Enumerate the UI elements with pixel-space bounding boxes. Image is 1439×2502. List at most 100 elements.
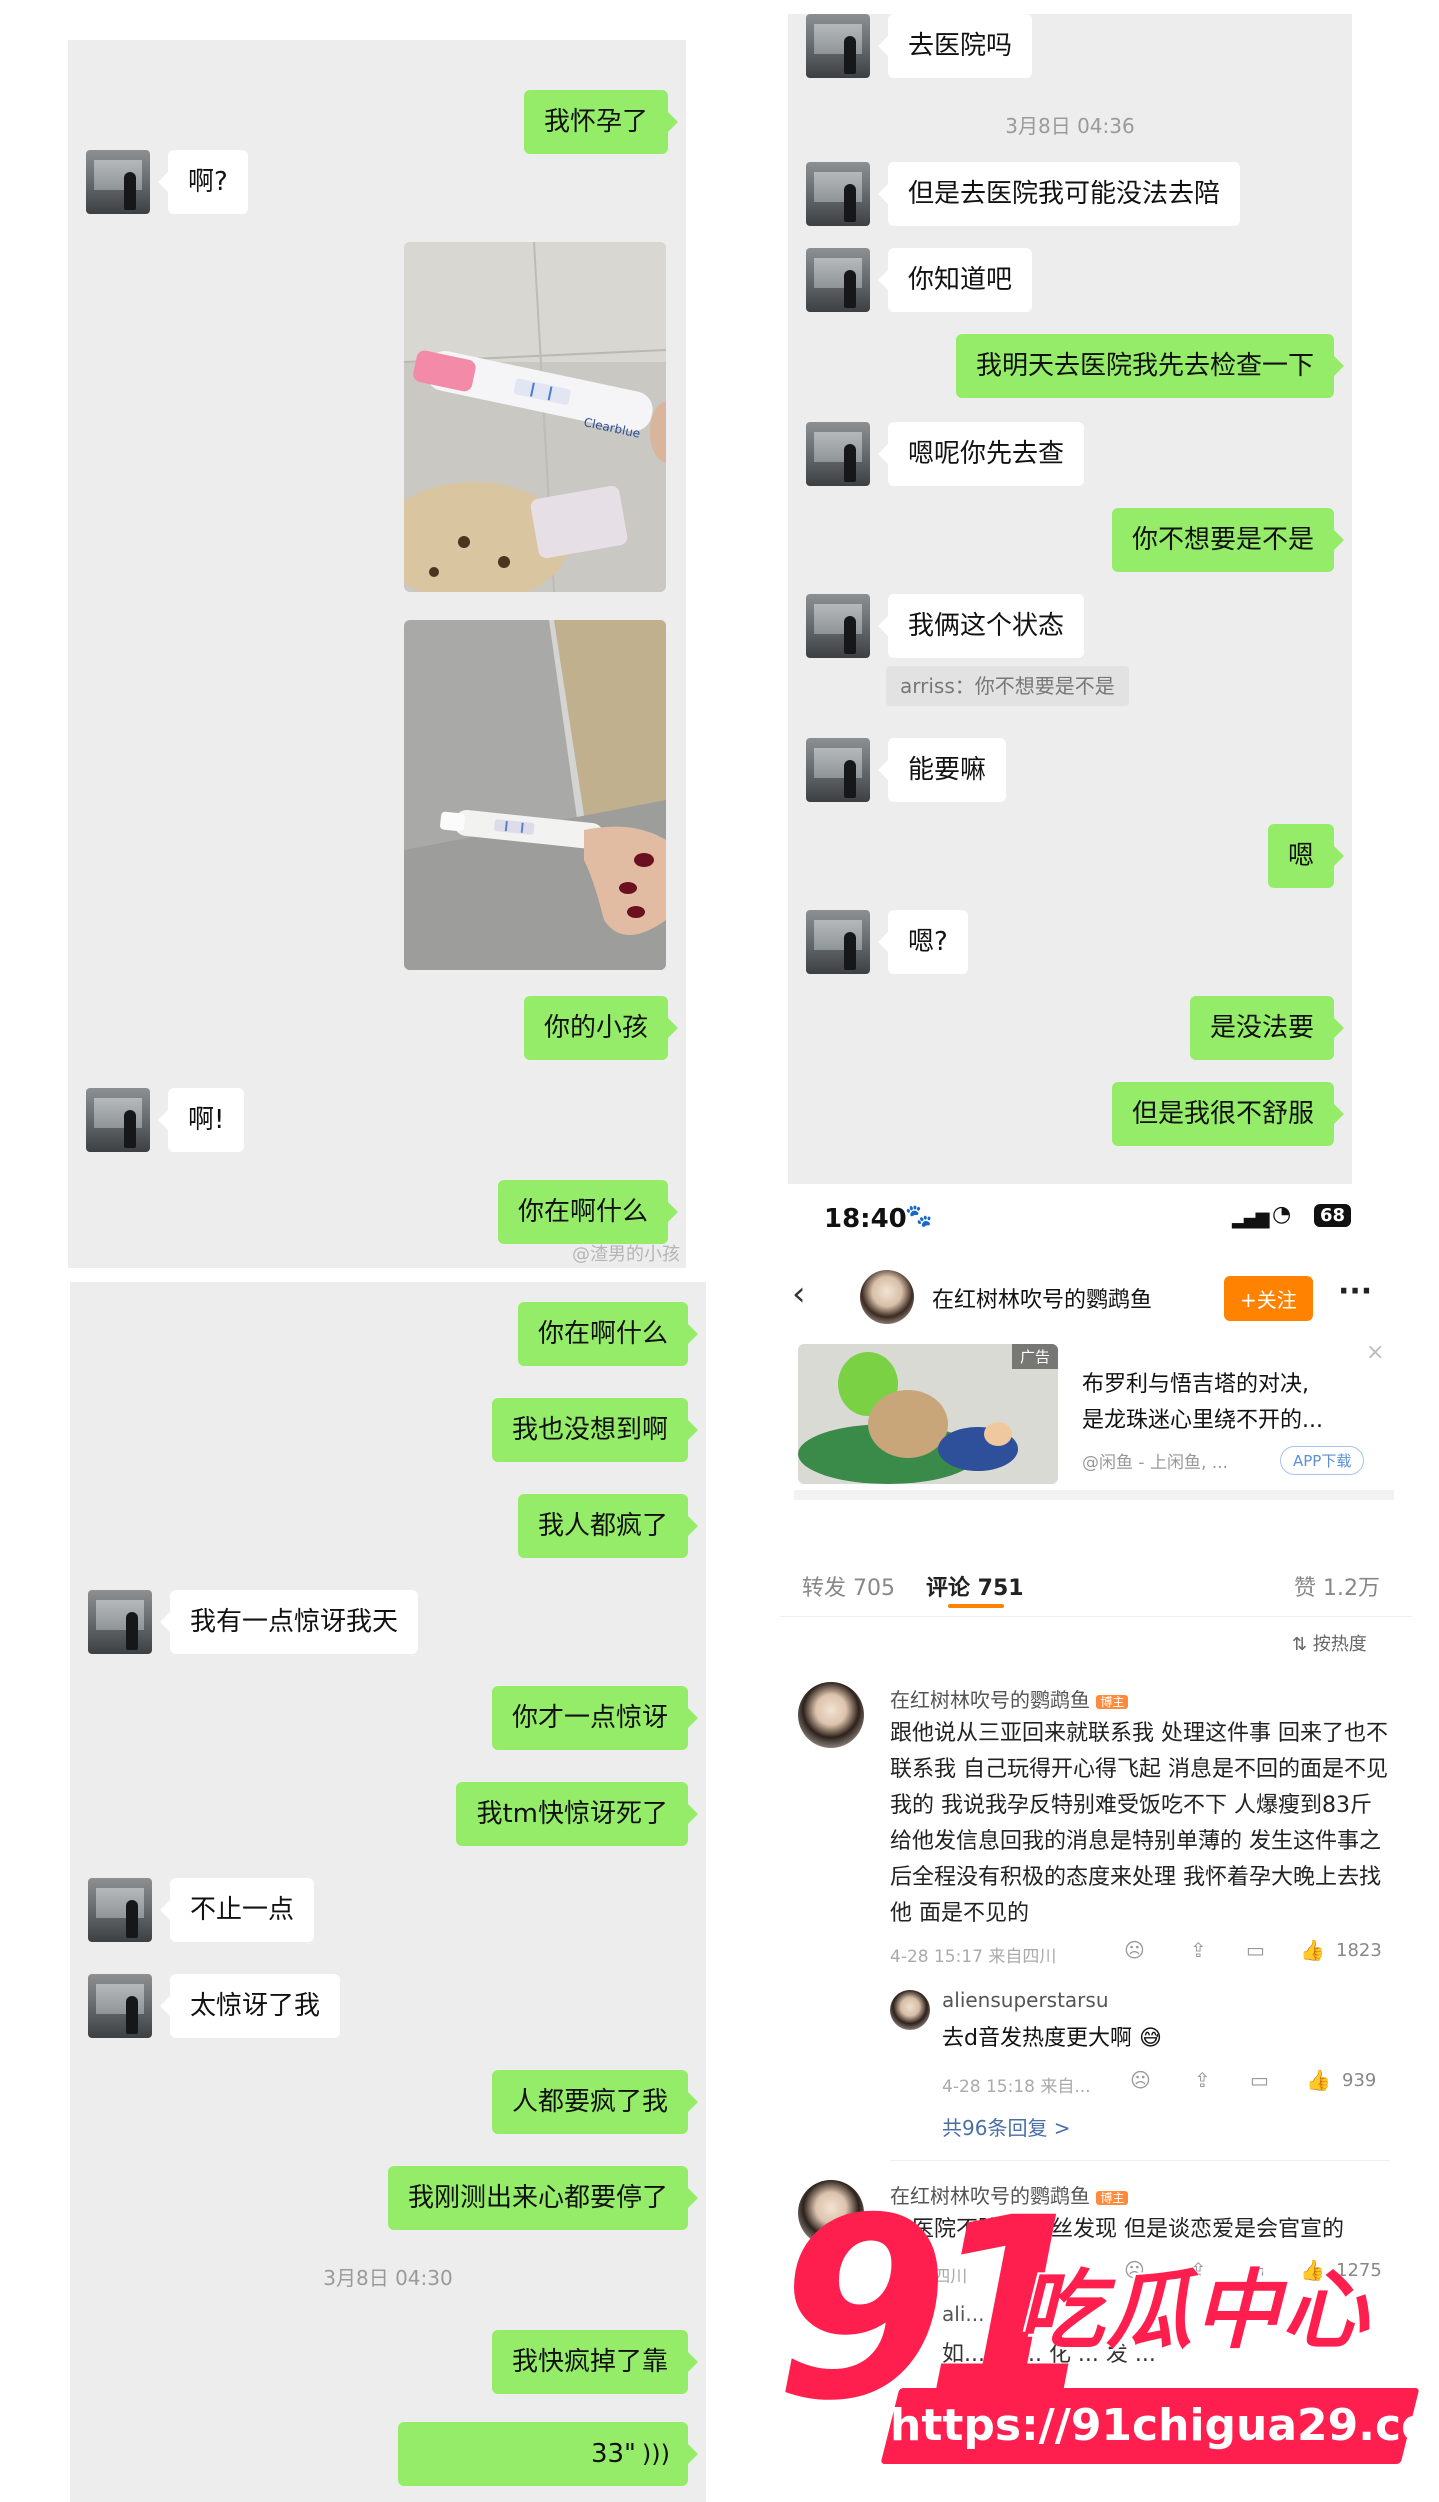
chat-panel-top-left: 我怀孕了 啊? Clearblue 你的小孩 啊! 你在啊什么 @渣男的小孩 <box>68 40 686 1268</box>
message-row: 你在啊什么 <box>517 1302 699 1366</box>
comment-text: 跟他说从三亚回来就联系我 处理这件事 回来了也不联系我 自己玩得开心得飞起 消息… <box>890 1721 1388 1926</box>
message-row: 我明天去医院我先去检查一下 <box>955 334 1345 398</box>
tab-repost[interactable]: 转发 705 <box>802 1570 895 1602</box>
ad-source: @闲鱼 - 上闲鱼, ... <box>1082 1453 1228 1473</box>
message-row: 33" ))) <box>398 2422 698 2486</box>
avatar[interactable] <box>86 1088 150 1152</box>
more-icon[interactable]: ··· <box>1338 1274 1372 1309</box>
message-bubble-outgoing[interactable]: 我也没想到啊 <box>491 1398 699 1462</box>
message-row: 我人都疯了 <box>517 1494 699 1558</box>
reply-icon[interactable]: ▭ <box>1246 1938 1265 1962</box>
reply-author[interactable]: aliensuperstarsu <box>942 1988 1109 2012</box>
message-row: 太惊讶了我 <box>88 1974 341 2038</box>
message-bubble-outgoing[interactable]: 我刚测出来心都要停了 <box>387 2166 699 2230</box>
chat-timestamp: 3月8日 04:36 <box>1005 114 1135 138</box>
tab-likes[interactable]: 赞 1.2万 <box>1294 1570 1380 1602</box>
comment-meta: 4-28 15:17 来自四川 <box>890 1947 1057 1967</box>
message-bubble-incoming[interactable]: 嗯呢你先去查 <box>877 422 1085 486</box>
message-bubble-outgoing[interactable]: 但是我很不舒服 <box>1111 1082 1345 1146</box>
avatar[interactable] <box>806 422 870 486</box>
watermark-text: @渣男的小孩 <box>572 1244 680 1265</box>
ad-download-button[interactable]: APP下载 <box>1280 1446 1365 1475</box>
avatar[interactable] <box>806 738 870 802</box>
voice-message[interactable]: 33" ))) <box>398 2422 698 2486</box>
ad-badge: 广告 <box>1011 1344 1058 1369</box>
message-row: 我快疯掉了靠 <box>491 2330 699 2394</box>
voice-wave-icon: ))) <box>641 2440 670 2468</box>
reply-meta: 4-28 15:18 来自... <box>942 2077 1091 2097</box>
reply-avatar[interactable] <box>890 1990 930 2030</box>
avatar[interactable] <box>88 1590 152 1654</box>
watermark-url: https://91chigua29.com <box>890 2400 1439 2451</box>
message-bubble-outgoing[interactable]: 我人都疯了 <box>517 1494 699 1558</box>
avatar[interactable] <box>86 150 150 214</box>
message-bubble-incoming[interactable]: 去医院吗 <box>877 14 1033 78</box>
message-bubble-outgoing[interactable]: 你不想要是不是 <box>1111 508 1345 572</box>
avatar[interactable] <box>88 1878 152 1942</box>
more-replies-link[interactable]: 共96条回复 > <box>942 2112 1071 2141</box>
message-row: 啊! <box>86 1088 245 1152</box>
message-bubble-incoming[interactable]: 我俩这个状态 <box>877 594 1085 658</box>
message-bubble-incoming[interactable]: 嗯? <box>878 910 968 974</box>
avatar[interactable] <box>806 14 870 78</box>
message-row: 不止一点 <box>88 1878 315 1942</box>
back-icon[interactable]: ‹ <box>792 1274 806 1314</box>
message-bubble-outgoing[interactable]: 嗯 <box>1267 824 1345 888</box>
message-bubble-outgoing[interactable]: 我tm快惊讶死了 <box>456 1782 698 1846</box>
watermark-url-banner: https://91chigua29.com <box>880 2388 1439 2464</box>
sort-toggle[interactable]: ⇅ 按热度 <box>1292 1630 1367 1656</box>
ad-card[interactable]: 广告 × 布罗利与悟吉塔的对决, 是龙珠迷心里绕不开的... @闲鱼 - 上闲鱼… <box>794 1340 1394 1500</box>
signal-icon: ▂▄▆ <box>1232 1208 1270 1229</box>
photo-pregnancy-test-2[interactable] <box>404 620 666 970</box>
message-bubble-outgoing[interactable]: 你在啊什么 <box>497 1180 679 1244</box>
message-bubble-incoming[interactable]: 我有一点惊讶我天 <box>159 1590 419 1654</box>
quoted-message[interactable]: arriss：你不想要是不是 <box>886 666 1129 706</box>
account-name[interactable]: 在红树林吹号的鹦鹉鱼 <box>932 1282 1152 1314</box>
message-bubble-outgoing[interactable]: 你才一点惊讶 <box>491 1686 699 1750</box>
reply-icon[interactable]: ▭ <box>1250 2068 1269 2092</box>
message-row: 我有一点惊讶我天 <box>88 1590 419 1654</box>
message-bubble-incoming[interactable]: 你知道吧 <box>877 248 1033 312</box>
message-bubble-outgoing[interactable]: 我怀孕了 <box>523 90 679 154</box>
reply-like-count: 939 <box>1342 2070 1377 2091</box>
message-bubble-incoming[interactable]: 不止一点 <box>159 1878 315 1942</box>
photo-pregnancy-test-1[interactable]: Clearblue <box>404 242 666 592</box>
follow-button[interactable]: +关注 <box>1224 1276 1313 1321</box>
avatar[interactable] <box>88 1974 152 2038</box>
dislike-icon[interactable]: ☹ <box>1124 1938 1145 1962</box>
message-bubble-outgoing[interactable]: 你的小孩 <box>523 996 679 1060</box>
wifi-icon: ◔ <box>1272 1202 1292 1227</box>
message-bubble-incoming[interactable]: 太惊讶了我 <box>159 1974 341 2038</box>
ad-close-icon[interactable]: × <box>1366 1340 1384 1365</box>
avatar[interactable] <box>806 248 870 312</box>
sort-label: 按热度 <box>1312 1634 1367 1655</box>
avatar[interactable] <box>806 162 870 226</box>
message-bubble-incoming[interactable]: 啊! <box>157 1088 245 1152</box>
avatar[interactable] <box>806 910 870 974</box>
like-icon[interactable]: 👍 <box>1300 1938 1325 1962</box>
reply-text: 去d音发热度更大啊 😅 <box>942 2026 1162 2051</box>
like-icon[interactable]: 👍 <box>1306 2068 1331 2092</box>
chat-timestamp: 3月8日 04:30 <box>323 2266 453 2290</box>
dislike-icon[interactable]: ☹ <box>1130 2068 1151 2092</box>
message-bubble-incoming[interactable]: 但是去医院我可能没法去陪 <box>877 162 1241 226</box>
author-badge: 博主 <box>1096 1695 1129 1709</box>
sort-icon: ⇅ <box>1292 1634 1313 1655</box>
account-avatar[interactable] <box>860 1270 914 1324</box>
tab-comments[interactable]: 评论 751 <box>926 1570 1024 1602</box>
message-bubble-outgoing[interactable]: 我快疯掉了靠 <box>491 2330 699 2394</box>
comment-avatar[interactable] <box>798 1682 864 1748</box>
message-bubble-outgoing[interactable]: 是没法要 <box>1189 996 1345 1060</box>
comment-author-name: 在红树林吹号的鹦鹉鱼 <box>890 1688 1090 1712</box>
avatar[interactable] <box>806 594 870 658</box>
comment-author[interactable]: 在红树林吹号的鹦鹉鱼 博主 <box>890 1684 1129 1713</box>
message-row: 啊? <box>86 150 248 214</box>
message-bubble-incoming[interactable]: 能要嘛 <box>877 738 1007 802</box>
message-bubble-outgoing[interactable]: 你在啊什么 <box>517 1302 699 1366</box>
message-bubble-incoming[interactable]: 啊? <box>158 150 248 214</box>
message-bubble-outgoing[interactable]: 人都要疯了我 <box>491 2070 699 2134</box>
tabs-divider <box>780 1616 1412 1617</box>
share-icon[interactable]: ⇪ <box>1190 1938 1207 1962</box>
share-icon[interactable]: ⇪ <box>1194 2068 1211 2092</box>
message-bubble-outgoing[interactable]: 我明天去医院我先去检查一下 <box>955 334 1345 398</box>
